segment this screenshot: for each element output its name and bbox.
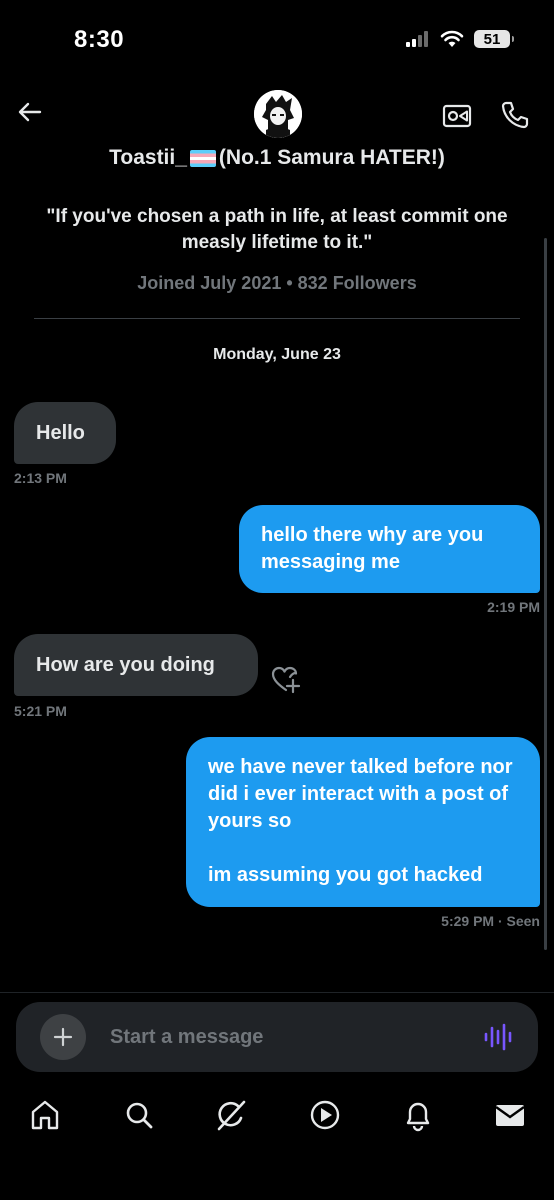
profile-meta: Joined July 2021 • 832 Followers xyxy=(137,273,417,293)
add-media-button[interactable] xyxy=(40,1014,86,1060)
search-icon[interactable] xyxy=(122,1098,156,1132)
contact-name-suffix: (No.1 Samura HATER!) xyxy=(218,146,445,169)
notifications-icon[interactable] xyxy=(401,1098,435,1132)
page-title[interactable]: Toastii_ (No.1 Samura HATER!) xyxy=(0,146,554,170)
scrollbar[interactable] xyxy=(544,238,547,950)
video-icon[interactable] xyxy=(308,1098,342,1132)
avatar-image xyxy=(254,90,302,138)
message-timestamp: 2:19 PM xyxy=(487,599,540,615)
message-bubble-outgoing[interactable]: hello there why are you messaging me xyxy=(239,505,540,593)
message-input[interactable] xyxy=(110,1018,470,1056)
message-bubble-incoming[interactable]: How are you doing xyxy=(14,634,258,696)
wifi-icon xyxy=(440,30,464,47)
message-timestamp: 2:13 PM xyxy=(14,470,67,486)
message-bubble-outgoing[interactable]: we have never talked before nor did i ev… xyxy=(186,737,540,907)
divider xyxy=(34,318,520,319)
avatar[interactable] xyxy=(254,90,302,138)
back-arrow-icon[interactable] xyxy=(14,96,46,128)
message-bubble-incoming[interactable]: Hello xyxy=(14,402,116,464)
home-icon[interactable] xyxy=(28,1098,62,1132)
video-call-icon[interactable] xyxy=(440,98,474,132)
grok-icon[interactable] xyxy=(214,1098,248,1132)
voice-message-icon[interactable] xyxy=(482,1022,514,1052)
message-timestamp-seen: 5:29 PM · Seen xyxy=(441,913,540,929)
date-separator: Monday, June 23 xyxy=(213,346,341,363)
trans-flag-icon xyxy=(189,149,216,167)
battery-icon: 51 xyxy=(474,30,514,48)
profile-bio: "If you've chosen a path in life, at lea… xyxy=(46,206,508,253)
message-timestamp: 5:21 PM xyxy=(14,703,67,719)
bottom-navigation xyxy=(0,1084,554,1200)
phone-call-icon[interactable] xyxy=(498,98,532,132)
cellular-signal-icon xyxy=(406,31,428,47)
add-reaction-icon[interactable] xyxy=(270,664,302,694)
messages-icon[interactable] xyxy=(493,1098,527,1132)
contact-name: Toastii_ xyxy=(109,146,187,169)
status-time: 8:30 xyxy=(74,26,125,53)
plus-icon xyxy=(53,1027,73,1047)
status-icons: 51 xyxy=(406,30,514,48)
